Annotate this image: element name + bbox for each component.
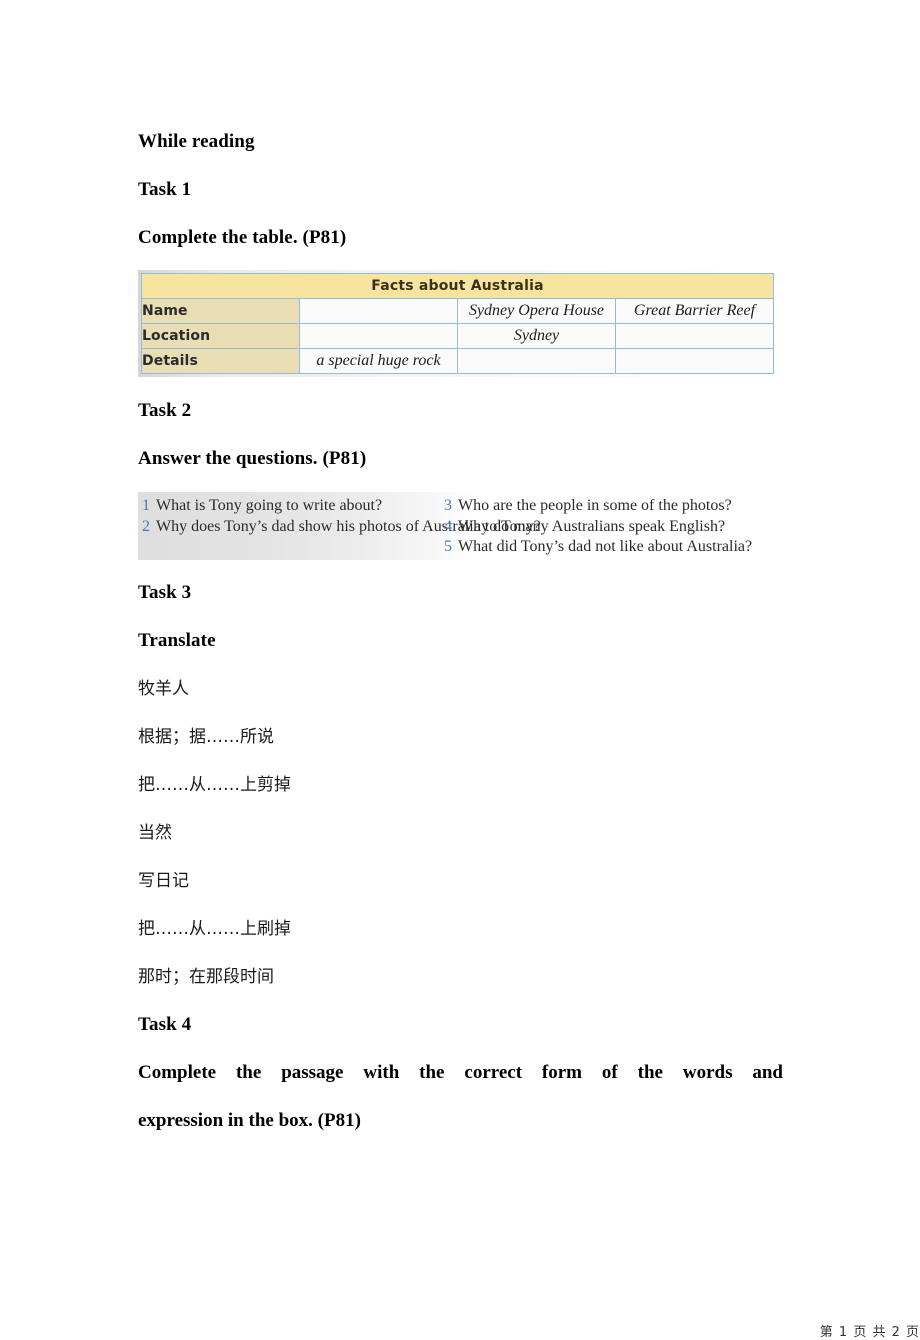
question-item: 5 What did Tony’s dad not like about Aus… (444, 537, 752, 558)
question-number: 1 (142, 497, 150, 514)
cell-details-1[interactable]: a special huge rock (299, 348, 458, 374)
question-number: 4 (444, 517, 452, 535)
task-1-instruction: Complete the table. (P81) (138, 227, 347, 248)
table-row: Location Sydney (141, 323, 774, 349)
table-row: Name Sydney Opera House Great Barrier Re… (141, 298, 774, 324)
cell-location-2[interactable]: Sydney (457, 323, 616, 349)
row-header-name: Name (141, 298, 300, 324)
cell-name-3[interactable]: Great Barrier Reef (615, 298, 774, 324)
translate-item: 把……从……上剪掉 (138, 775, 291, 795)
task-4-instruction-line-1: Complete the passage with the correct fo… (138, 1062, 783, 1083)
task-3-label: Task 3 (138, 582, 192, 603)
task-2-label: Task 2 (138, 400, 192, 421)
question-text: Who are the people in some of the photos… (458, 497, 732, 514)
section-title: While reading (138, 131, 255, 152)
facts-table-container: Facts about Australia Name Sydney Opera … (138, 270, 777, 377)
cell-details-3[interactable] (615, 348, 774, 374)
translate-item: 当然 (138, 823, 172, 843)
translate-item: 把……从……上刷掉 (138, 919, 291, 939)
questions-box: 1 What is Tony going to write about? 2 W… (138, 492, 783, 560)
translate-item: 牧羊人 (138, 679, 189, 699)
document-page: While reading Task 1 Complete the table.… (0, 0, 920, 1340)
question-text: What did Tony’s dad not like about Austr… (458, 538, 753, 555)
document-content: While reading Task 1 Complete the table.… (138, 118, 919, 1340)
question-number: 2 (142, 517, 150, 535)
task-1-label: Task 1 (138, 179, 192, 200)
task-3-instruction: Translate (138, 630, 216, 651)
task-2-instruction: Answer the questions. (P81) (138, 448, 367, 469)
task-4-instruction-line-2: expression in the box. (P81) (138, 1110, 361, 1131)
task-4-instruction: Complete the passage with the correct fo… (138, 1049, 783, 1145)
cell-name-2[interactable]: Sydney Opera House (457, 298, 616, 324)
cell-location-1[interactable] (299, 323, 458, 349)
cell-location-3[interactable] (615, 323, 774, 349)
cell-name-1[interactable] (299, 298, 458, 324)
facts-table: Facts about Australia Name Sydney Opera … (141, 273, 774, 374)
question-number: 5 (444, 538, 452, 555)
table-title-row: Facts about Australia (141, 273, 774, 299)
table-row: Details a special huge rock (141, 348, 774, 374)
table-title: Facts about Australia (141, 273, 774, 299)
questions-right-column: 3 Who are the people in some of the phot… (444, 496, 752, 558)
question-number: 3 (444, 497, 452, 514)
row-header-location: Location (141, 323, 300, 349)
translate-item: 写日记 (138, 871, 189, 891)
question-text: Why do many Australians speak English? (458, 517, 726, 535)
question-item: 4 Why do many Australians speak English? (444, 517, 752, 538)
translate-item: 根据；据……所说 (138, 727, 274, 747)
question-item: 3 Who are the people in some of the phot… (444, 496, 752, 517)
task-4-label: Task 4 (138, 1014, 192, 1035)
page-footer: 第 1 页 共 2 页 (819, 1325, 920, 1340)
translate-item: 那时；在那段时间 (138, 967, 274, 987)
cell-details-2[interactable] (457, 348, 616, 374)
row-header-details: Details (141, 348, 300, 374)
